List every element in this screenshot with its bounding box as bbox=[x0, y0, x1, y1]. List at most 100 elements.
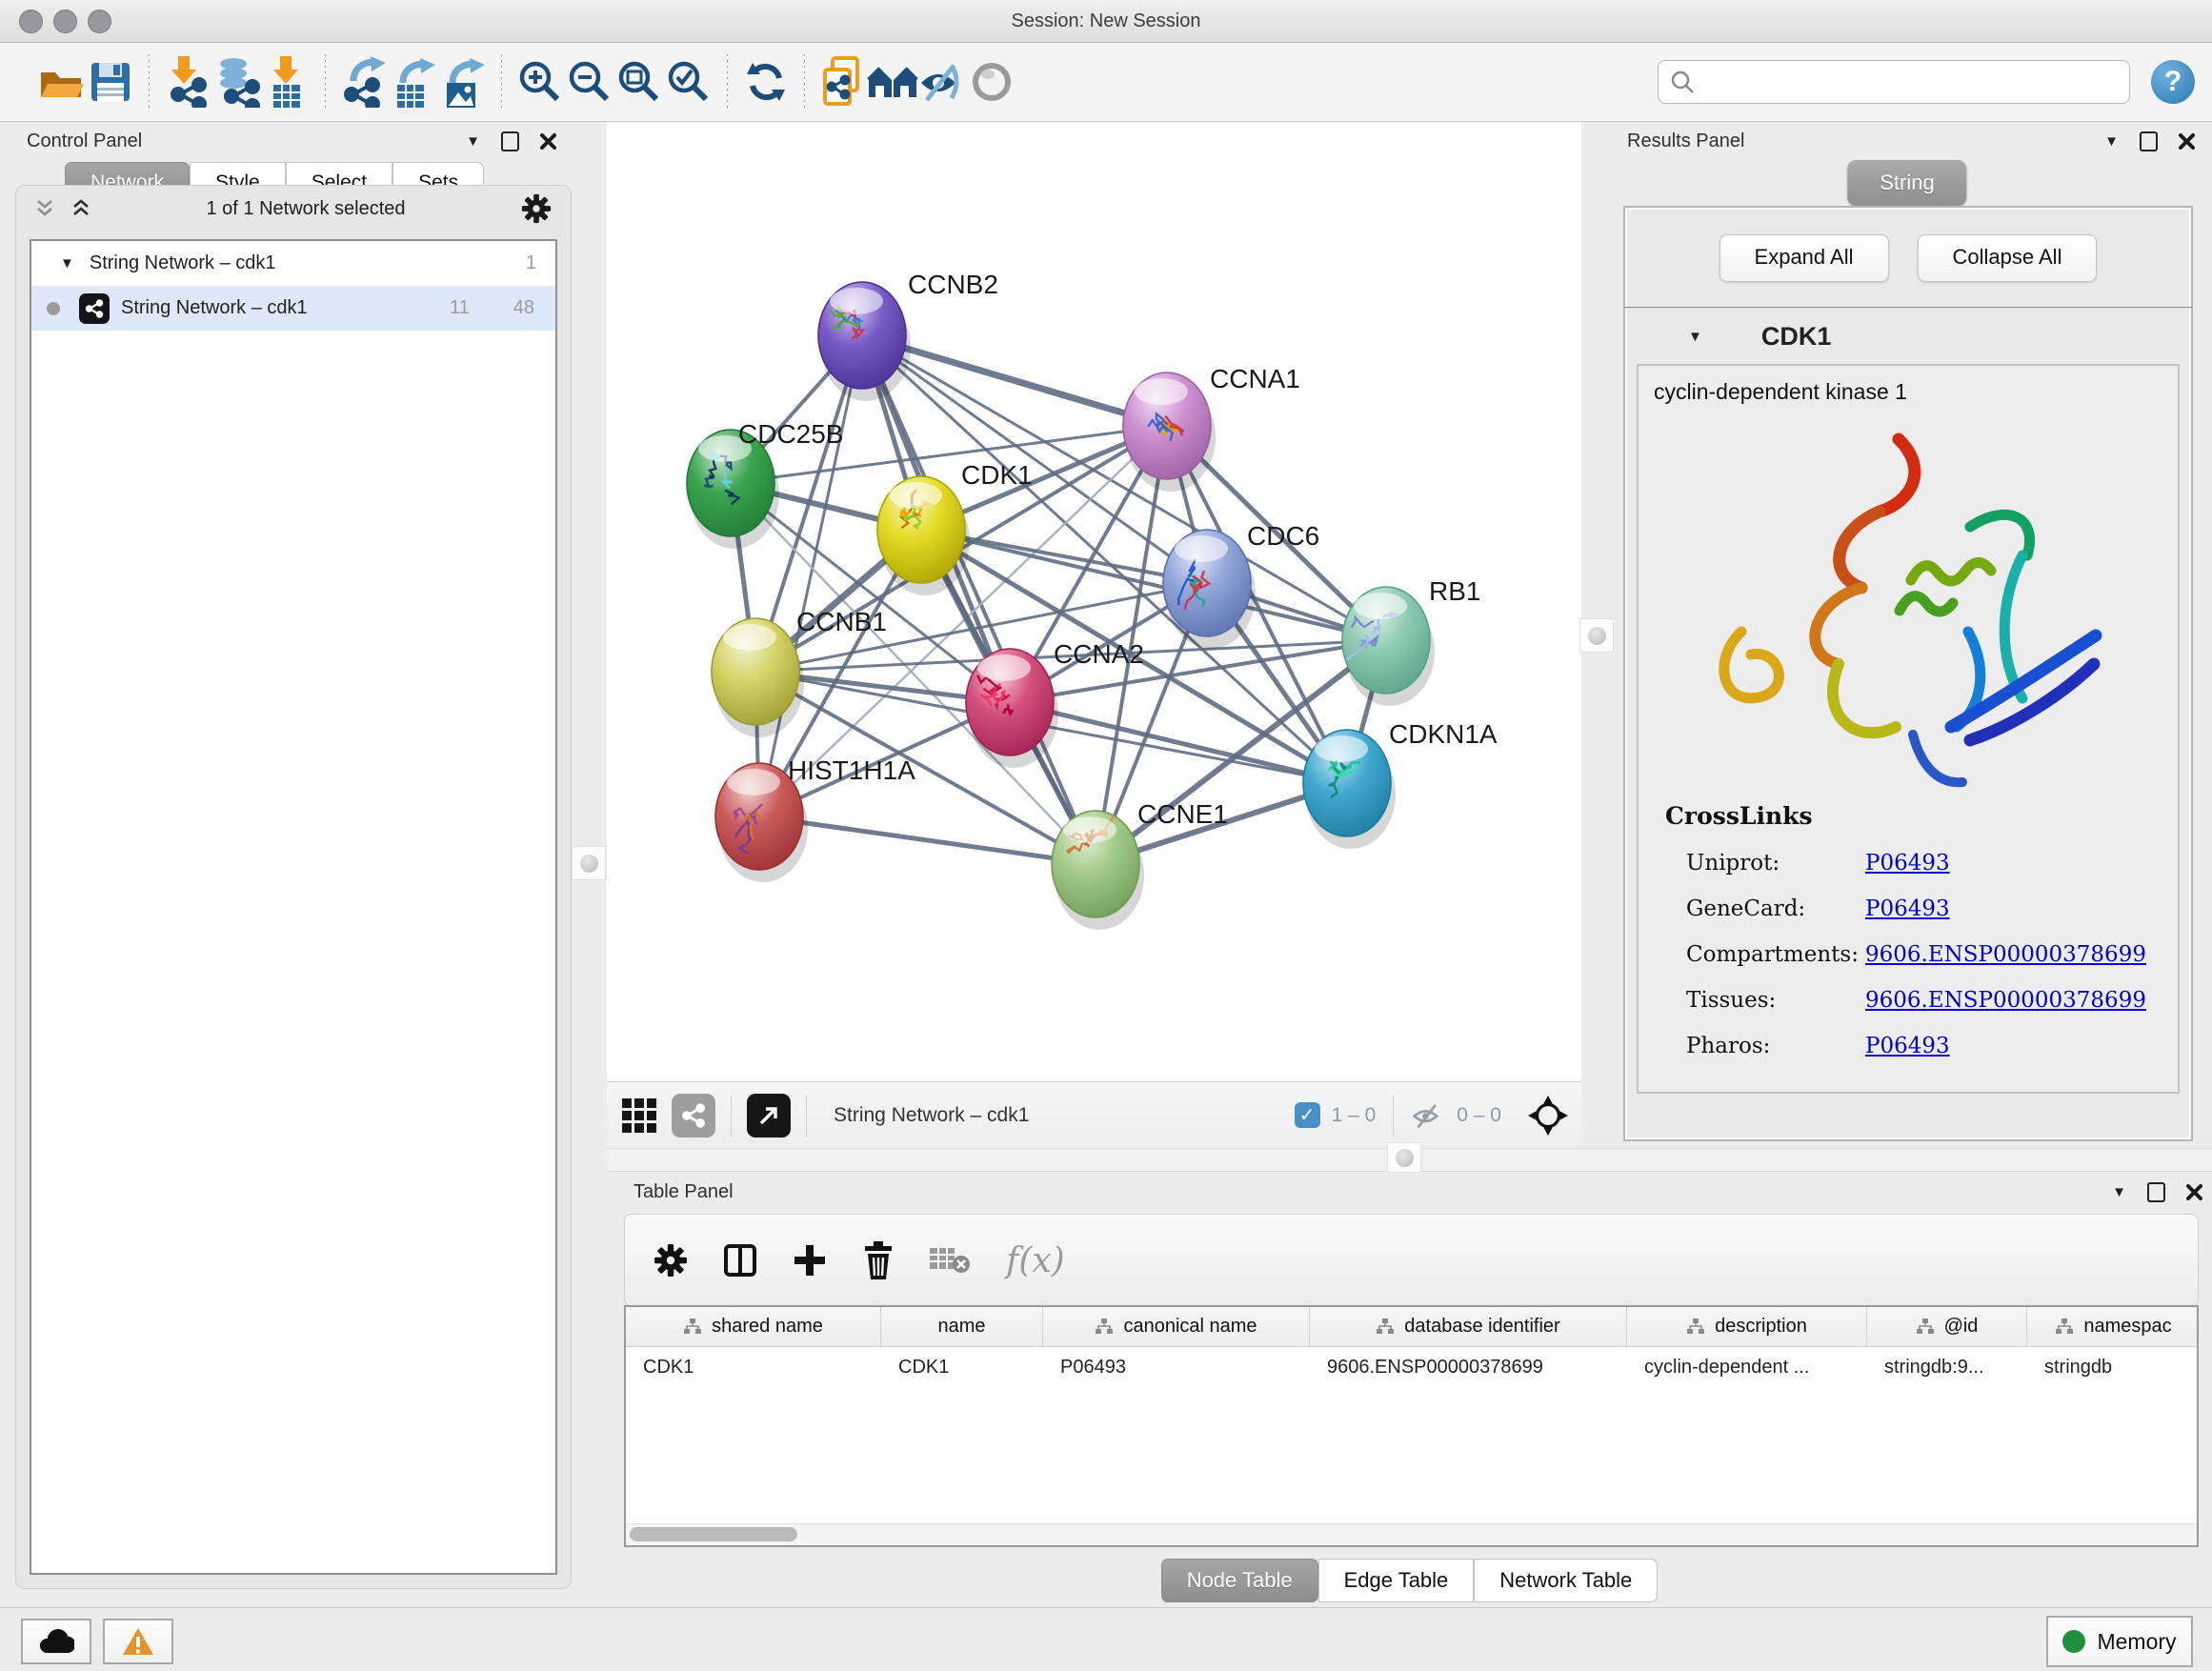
collection-expand-icon[interactable]: ▼ bbox=[60, 256, 74, 271]
save-session-button[interactable] bbox=[86, 55, 135, 109]
cloud-button[interactable] bbox=[21, 1619, 91, 1664]
show-columns-button[interactable] bbox=[722, 1242, 758, 1278]
table-cell[interactable]: cyclin-dependent ... bbox=[1627, 1357, 1867, 1379]
table-cell[interactable]: 9606.ENSP00000378699 bbox=[1310, 1357, 1627, 1379]
crosslink-link[interactable]: 9606.ENSP00000378699 bbox=[1865, 988, 2146, 1013]
hidden-eye-icon bbox=[1411, 1101, 1445, 1130]
tab-network-table[interactable]: Network Table bbox=[1474, 1559, 1658, 1602]
table-cell[interactable]: CDK1 bbox=[881, 1357, 1043, 1379]
import-table-icon bbox=[266, 56, 308, 108]
column-header-name[interactable]: name bbox=[881, 1307, 1043, 1346]
crosslink-link[interactable]: P06493 bbox=[1865, 896, 1950, 921]
tab-node-table[interactable]: Node Table bbox=[1161, 1559, 1318, 1602]
table-row[interactable]: CDK1CDK1P064939606.ENSP00000378699cyclin… bbox=[626, 1347, 2197, 1387]
panel-close-icon[interactable] bbox=[2179, 133, 2195, 150]
first-neighbors-button[interactable] bbox=[868, 55, 917, 109]
import-table-button[interactable] bbox=[262, 55, 312, 109]
help-icon: ? bbox=[2164, 66, 2182, 98]
collapse-all-icon[interactable] bbox=[35, 199, 54, 218]
node-table[interactable]: shared namenamecanonical name database id… bbox=[624, 1305, 2199, 1547]
hide-selected-button[interactable] bbox=[917, 55, 967, 109]
search-box[interactable] bbox=[1658, 60, 2130, 104]
node-label-CDC6: CDC6 bbox=[1247, 521, 1319, 551]
search-input[interactable] bbox=[1702, 70, 2118, 93]
table-cell[interactable]: stringdb:9... bbox=[1867, 1357, 2027, 1379]
network-current-dot bbox=[47, 302, 60, 315]
panel-float-icon[interactable] bbox=[2147, 1182, 2165, 1202]
export-view-icon[interactable] bbox=[747, 1094, 791, 1137]
delete-column-button[interactable] bbox=[861, 1241, 895, 1279]
column-header-description[interactable]: description bbox=[1627, 1307, 1867, 1346]
scrollbar-thumb[interactable] bbox=[630, 1527, 797, 1541]
column-header-database-identifier[interactable]: database identifier bbox=[1310, 1307, 1627, 1346]
panel-close-icon[interactable] bbox=[2186, 1184, 2202, 1200]
refresh-icon bbox=[743, 59, 789, 105]
table-panel-title: Table Panel bbox=[633, 1181, 734, 1203]
column-header-namespac[interactable]: namespac bbox=[2027, 1307, 2199, 1346]
zoom-out-button[interactable] bbox=[565, 55, 614, 109]
crosslink-link[interactable]: P06493 bbox=[1865, 1034, 1950, 1058]
table-horizontal-scrollbar[interactable] bbox=[626, 1523, 2197, 1545]
warning-button[interactable] bbox=[103, 1619, 173, 1664]
delete-table-button bbox=[930, 1244, 972, 1277]
gene-expand-icon[interactable]: ▼ bbox=[1688, 330, 1702, 344]
clone-network-button[interactable] bbox=[818, 55, 868, 109]
crosslink-link[interactable]: 9606.ENSP00000378699 bbox=[1865, 942, 2146, 967]
selected-checkbox-icon[interactable]: ✓ bbox=[1295, 1102, 1320, 1128]
expand-all-button[interactable]: Expand All bbox=[1719, 234, 1889, 282]
zoom-fit-button[interactable] bbox=[614, 55, 664, 109]
control-panel-title: Control Panel bbox=[27, 131, 142, 152]
crosslink-link[interactable]: P06493 bbox=[1865, 851, 1950, 876]
node-label-CCNA1: CCNA1 bbox=[1210, 364, 1300, 393]
column-header-@id[interactable]: @id bbox=[1867, 1307, 2027, 1346]
table-header-row: shared namenamecanonical name database id… bbox=[626, 1307, 2197, 1347]
open-session-button[interactable] bbox=[36, 55, 86, 109]
column-header-label: database identifier bbox=[1404, 1316, 1559, 1338]
expand-all-icon[interactable] bbox=[71, 199, 90, 218]
gear-icon[interactable] bbox=[521, 193, 552, 224]
birdseye-toggle-icon[interactable] bbox=[1528, 1096, 1568, 1136]
table-settings-button[interactable] bbox=[654, 1243, 688, 1278]
left-splitter-handle[interactable] bbox=[572, 846, 606, 880]
birdseye-grid-icon[interactable] bbox=[620, 1097, 658, 1135]
show-hidden-button[interactable] bbox=[967, 55, 1016, 109]
network-edge-CCNE1-HIST1H1A[interactable] bbox=[759, 816, 1096, 864]
export-table-button[interactable] bbox=[389, 55, 438, 109]
panel-float-icon[interactable] bbox=[501, 131, 519, 151]
network-collection-row[interactable]: ▼ String Network – cdk1 1 bbox=[31, 241, 555, 286]
tab-string[interactable]: String bbox=[1847, 160, 1966, 206]
collapse-all-button[interactable]: Collapse All bbox=[1918, 234, 2098, 282]
memory-button[interactable]: Memory bbox=[2046, 1616, 2193, 1667]
network-canvas[interactable]: CCNB2CCNA1CDC25BCDK1CDC6RB1CCNB1CCNA2CDK… bbox=[607, 122, 1581, 1081]
panel-close-icon[interactable] bbox=[540, 133, 556, 150]
help-button[interactable]: ? bbox=[2151, 60, 2195, 104]
zoom-in-button[interactable] bbox=[515, 55, 565, 109]
network-row[interactable]: String Network – cdk1 11 48 bbox=[31, 286, 555, 331]
export-network-button[interactable] bbox=[339, 55, 389, 109]
network-graph[interactable]: CCNB2CCNA1CDC25BCDK1CDC6RB1CCNB1CCNA2CDK… bbox=[607, 122, 1581, 1081]
table-cell[interactable]: P06493 bbox=[1043, 1357, 1310, 1379]
add-column-button[interactable] bbox=[793, 1243, 827, 1278]
panel-menu-icon[interactable]: ▼ bbox=[2112, 1185, 2126, 1199]
network-share-icon[interactable] bbox=[672, 1094, 715, 1137]
tab-edge-table[interactable]: Edge Table bbox=[1318, 1559, 1475, 1602]
collection-label: String Network – cdk1 bbox=[90, 252, 276, 274]
table-toolbar: f(x) bbox=[624, 1214, 2199, 1307]
column-header-canonical-name[interactable]: canonical name bbox=[1043, 1307, 1310, 1346]
import-network-file-icon bbox=[165, 56, 211, 108]
panel-float-icon[interactable] bbox=[2140, 131, 2158, 151]
right-splitter-handle[interactable] bbox=[1579, 618, 1614, 653]
bottom-splitter-handle[interactable] bbox=[1387, 1142, 1421, 1173]
zoom-selected-button[interactable] bbox=[664, 55, 714, 109]
refresh-button[interactable] bbox=[741, 55, 791, 109]
table-cell[interactable]: CDK1 bbox=[626, 1357, 881, 1379]
shared-column-icon bbox=[1095, 1319, 1114, 1335]
export-image-button[interactable] bbox=[438, 55, 488, 109]
control-panel: Control Panel ▼ NetworkStyleSelectSets 1… bbox=[10, 122, 573, 1608]
panel-menu-icon[interactable]: ▼ bbox=[466, 134, 480, 149]
column-header-shared-name[interactable]: shared name bbox=[626, 1307, 881, 1346]
import-network-database-button[interactable] bbox=[212, 55, 262, 109]
import-network-file-button[interactable] bbox=[163, 55, 212, 109]
table-cell[interactable]: stringdb bbox=[2027, 1357, 2199, 1379]
panel-menu-icon[interactable]: ▼ bbox=[2104, 134, 2119, 149]
